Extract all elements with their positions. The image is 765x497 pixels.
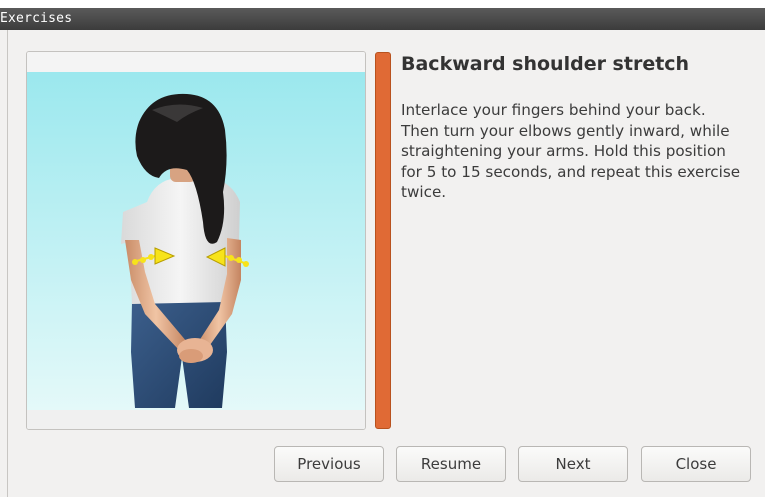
window-titlebar[interactable]: Exercises bbox=[0, 8, 765, 30]
screen-top-strip bbox=[0, 0, 765, 8]
close-button[interactable]: Close bbox=[641, 446, 751, 482]
accent-progress-bar bbox=[375, 52, 391, 429]
exercises-window: Exercises Backward shoulder stretch Inte… bbox=[0, 0, 765, 497]
exercise-title: Backward shoulder stretch bbox=[401, 53, 690, 75]
resume-button[interactable]: Resume bbox=[396, 446, 506, 482]
previous-button[interactable]: Previous bbox=[274, 446, 384, 482]
window-title: Exercises bbox=[0, 11, 73, 26]
exercise-description: Interlace your fingers behind your back.… bbox=[401, 101, 741, 201]
exercise-illustration-frame bbox=[26, 51, 366, 430]
exercise-illustration bbox=[27, 52, 365, 429]
next-button[interactable]: Next bbox=[518, 446, 628, 482]
